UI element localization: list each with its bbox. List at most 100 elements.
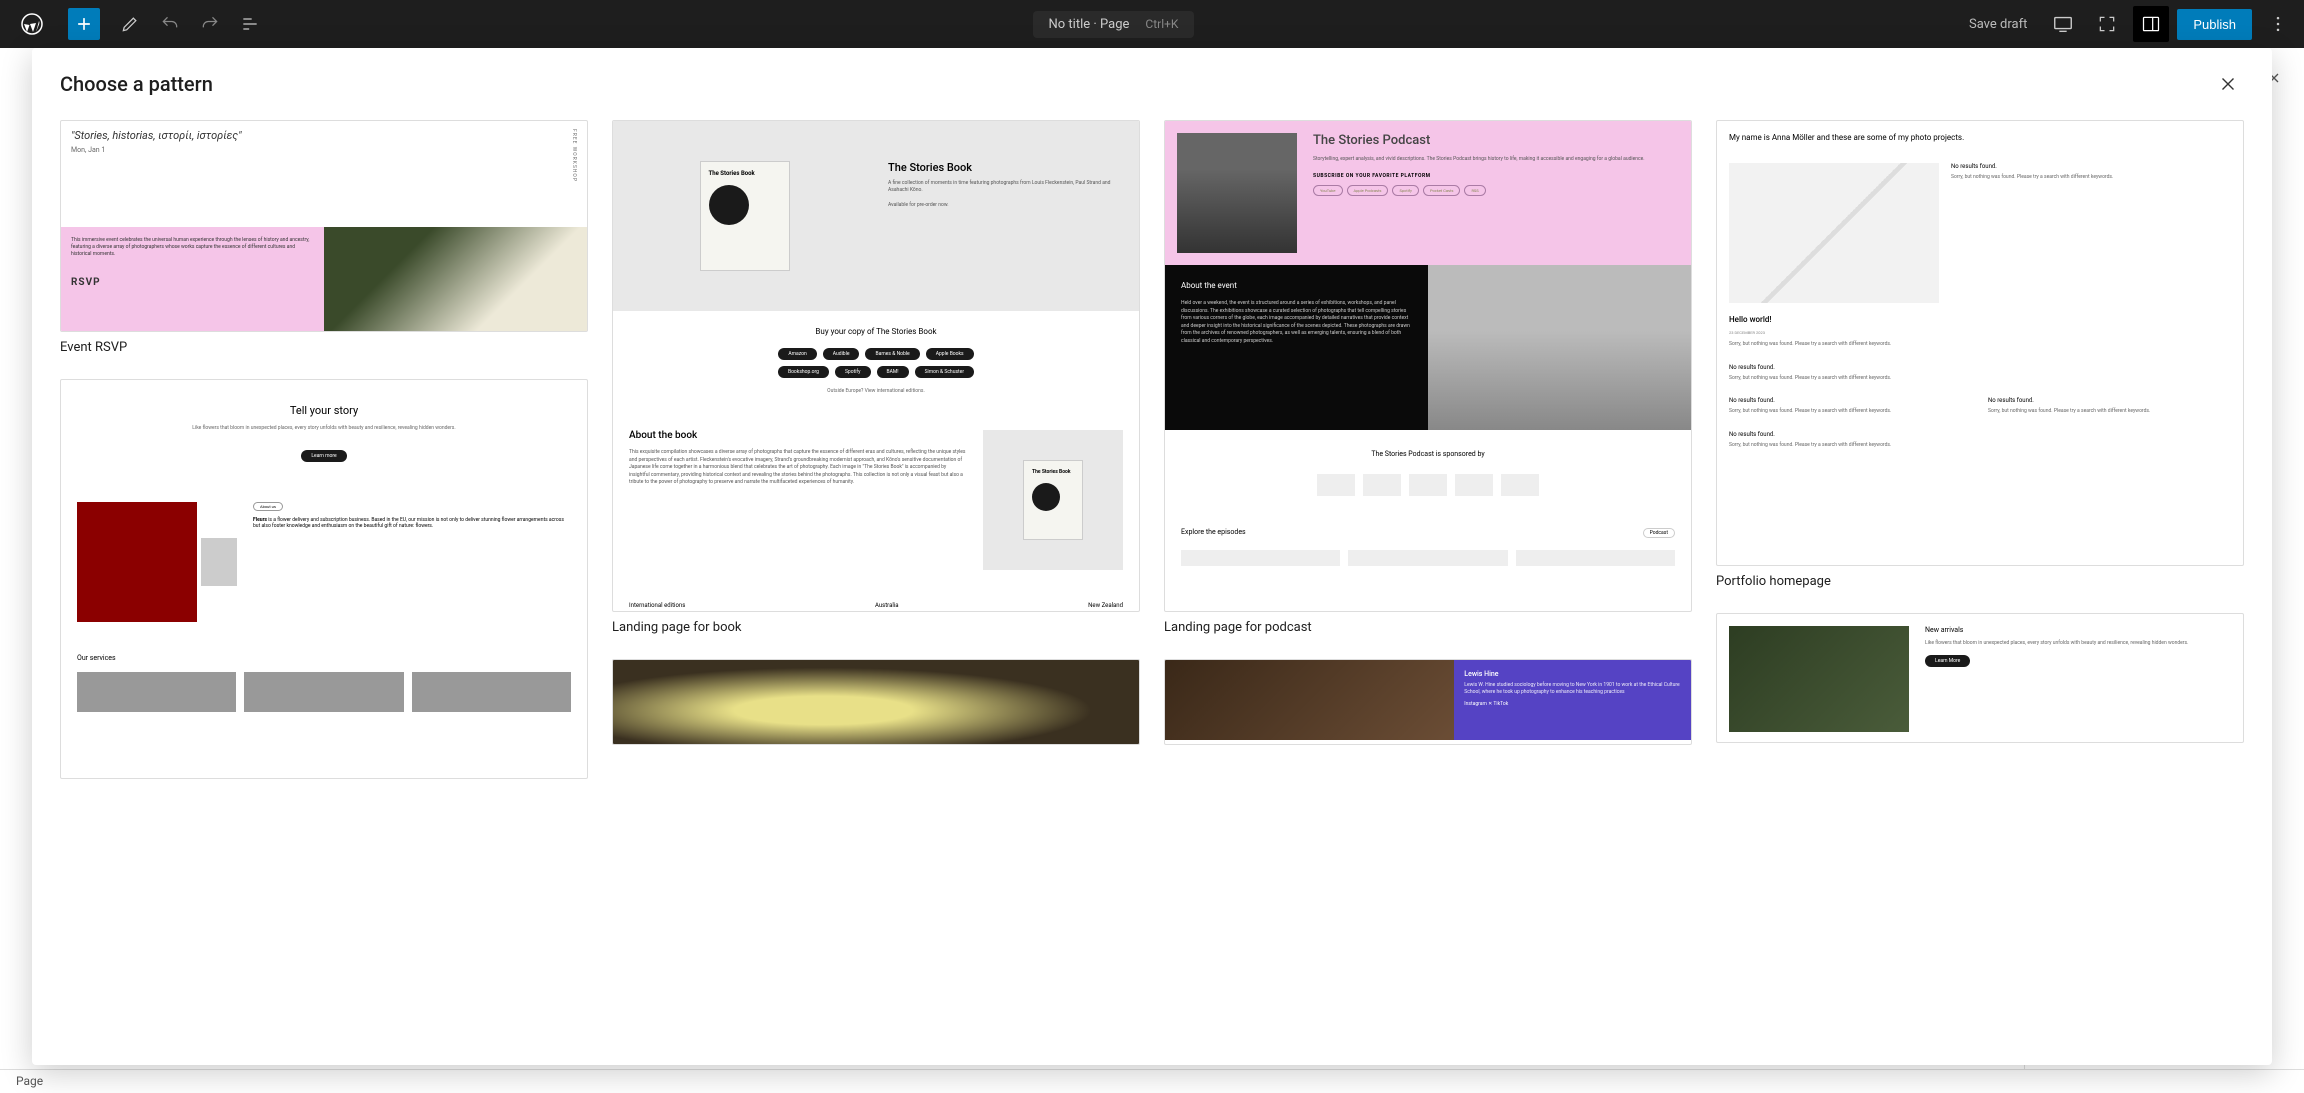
body-text: This immersive event celebrates the univ… xyxy=(71,237,314,258)
service-image xyxy=(244,672,403,712)
placeholder-image xyxy=(1729,163,1939,303)
editor-top-bar: No title · Page Ctrl+K Save draft Publis… xyxy=(0,0,2304,48)
flower-image xyxy=(324,227,587,331)
add-block-button[interactable] xyxy=(68,8,100,40)
sorry-text: Sorry, but nothing was found. Please try… xyxy=(1729,341,2231,348)
undo-button[interactable] xyxy=(152,6,188,42)
book-desc: A fine collection of moments in time fea… xyxy=(888,180,1127,194)
redo-button[interactable] xyxy=(192,6,228,42)
sorry-text: Sorry, but nothing was found. Please try… xyxy=(1988,408,2231,415)
patterns-grid: "Stories, historias, ιστορίι, iστορίες" … xyxy=(32,120,2272,1065)
sponsor-logo xyxy=(1409,474,1447,496)
explore-label: Explore the episodes xyxy=(1181,528,1246,538)
story-title: Tell your story xyxy=(77,404,571,417)
pattern-preview[interactable] xyxy=(612,659,1140,745)
sorry-text: Sorry, but nothing was found. Please try… xyxy=(1951,174,2231,181)
episode-thumb xyxy=(1348,550,1507,566)
pattern-flower-closeup xyxy=(612,659,1140,745)
close-modal-button[interactable] xyxy=(2212,68,2244,100)
platform-pill: Apple Podcasts xyxy=(1347,185,1389,196)
store-pill: Simon & Schuster xyxy=(915,366,974,378)
modal-title: Choose a pattern xyxy=(60,72,213,96)
event-image xyxy=(1428,265,1691,430)
about-title: About the book xyxy=(629,430,967,441)
small-flower-image xyxy=(201,538,237,586)
outside-text: Outside Europe? View international editi… xyxy=(629,388,1123,394)
pattern-preview[interactable]: "Stories, historias, ιστορίι, iστορίες" … xyxy=(60,120,588,332)
save-draft-button[interactable]: Save draft xyxy=(1959,11,2037,38)
pattern-preview[interactable]: Tell your story Like flowers that bloom … xyxy=(60,379,588,779)
vertical-label: FREE WORKSHOP xyxy=(571,129,577,219)
pattern-preview[interactable]: My name is Anna Möller and these are som… xyxy=(1716,120,2244,566)
date-text: Mon, Jan 1 xyxy=(71,146,242,154)
document-outline-button[interactable] xyxy=(232,6,268,42)
store-pill: Audible xyxy=(823,348,860,360)
sorry-text: Sorry, but nothing was found. Please try… xyxy=(1729,408,1972,415)
pattern-event-rsvp: "Stories, historias, ιστορίι, iστορίες" … xyxy=(60,120,588,355)
page-title-text: No title · Page xyxy=(1049,17,1130,32)
learn-more-button: Learn More xyxy=(1925,655,1970,667)
sponsor-logo xyxy=(1363,474,1401,496)
pattern-podcast-landing: The Stories Podcast Storytelling, expert… xyxy=(1164,120,1692,635)
learn-more-button: Learn more xyxy=(301,450,346,462)
person-desc: Lewis W. Hine studied sociology before m… xyxy=(1464,682,1681,695)
pattern-portfolio-homepage: My name is Anna Möller and these are som… xyxy=(1716,120,2244,589)
view-button[interactable] xyxy=(2045,6,2081,42)
sorry-text: Sorry, but nothing was found. Please try… xyxy=(1729,442,2231,449)
about-book-image: The Stories Book xyxy=(983,430,1123,570)
subscribe-label: SUBSCRIBE ON YOUR FAVORITE PLATFORM xyxy=(1313,173,1679,179)
settings-panel-button[interactable] xyxy=(2133,6,2169,42)
options-button[interactable] xyxy=(2260,6,2296,42)
pattern-label: Landing page for podcast xyxy=(1164,620,1692,635)
publish-button[interactable]: Publish xyxy=(2177,9,2252,40)
pattern-lewis-hine: Lewis Hine Lewis W. Hine studied sociolo… xyxy=(1164,659,1692,745)
fullscreen-button[interactable] xyxy=(2089,6,2125,42)
buy-title: Buy your copy of The Stories Book xyxy=(629,327,1123,336)
no-results: No results found. xyxy=(1729,397,1972,404)
toolbar-left xyxy=(8,0,268,48)
intl-label: International editions xyxy=(629,602,685,609)
breadcrumb-page[interactable]: Page xyxy=(16,1074,43,1088)
arrivals-desc: Like flowers that bloom in unexpected pl… xyxy=(1925,640,2231,647)
platform-pill: YouTube xyxy=(1313,185,1343,196)
store-pill: Amazon xyxy=(778,348,816,360)
store-pill: Apple Books xyxy=(926,348,974,360)
no-results: No results found. xyxy=(1729,364,2231,371)
pattern-label: Portfolio homepage xyxy=(1716,574,2244,589)
service-image xyxy=(412,672,571,712)
store-pill: Spotify xyxy=(835,366,871,378)
explore-tag: Podcast xyxy=(1643,528,1675,538)
pattern-preview[interactable]: New arrivals Like flowers that bloom in … xyxy=(1716,613,2244,743)
availability: Available for pre-order now. xyxy=(888,202,1127,208)
sponsor-logo xyxy=(1317,474,1355,496)
platform-pill: Pocket Casts xyxy=(1423,185,1461,196)
event-title: About the event xyxy=(1181,281,1412,290)
page-title-bar[interactable]: No title · Page Ctrl+K xyxy=(1033,11,1195,38)
pattern-preview[interactable]: The Stories Podcast Storytelling, expert… xyxy=(1164,120,1692,612)
sponsor-title: The Stories Podcast is sponsored by xyxy=(1181,450,1675,458)
about-desc: This exquisite compilation showcases a d… xyxy=(629,449,967,487)
rsvp-label: RSVP xyxy=(71,276,314,290)
pattern-preview[interactable]: The Stories Book The Stories Book A fine… xyxy=(612,120,1140,612)
sponsor-logo xyxy=(1501,474,1539,496)
pattern-label: Event RSVP xyxy=(60,340,588,355)
service-image xyxy=(77,672,236,712)
sponsor-logo xyxy=(1455,474,1493,496)
story-desc: Like flowers that bloom in unexpected pl… xyxy=(151,425,497,432)
hine-image xyxy=(1165,660,1454,740)
portfolio-intro: My name is Anna Möller and these are som… xyxy=(1729,133,2030,143)
pattern-label: Landing page for book xyxy=(612,620,1140,635)
episode-thumb xyxy=(1516,550,1675,566)
platform-pill: RSS xyxy=(1464,185,1485,196)
red-flower-image xyxy=(77,502,197,622)
person-name: Lewis Hine xyxy=(1464,670,1681,678)
no-results: No results found. xyxy=(1951,163,2231,170)
wordpress-logo[interactable] xyxy=(8,0,56,48)
edit-mode-button[interactable] xyxy=(112,6,148,42)
intl-nz: New Zealand xyxy=(1088,602,1123,609)
arrivals-title: New arrivals xyxy=(1925,626,2231,634)
store-pill: Barnes & Noble xyxy=(865,348,919,360)
pattern-modal: Choose a pattern "Stories, historias, ισ… xyxy=(32,48,2272,1065)
pattern-preview[interactable]: Lewis Hine Lewis W. Hine studied sociolo… xyxy=(1164,659,1692,745)
book-cover-label: The Stories Book xyxy=(709,170,781,177)
